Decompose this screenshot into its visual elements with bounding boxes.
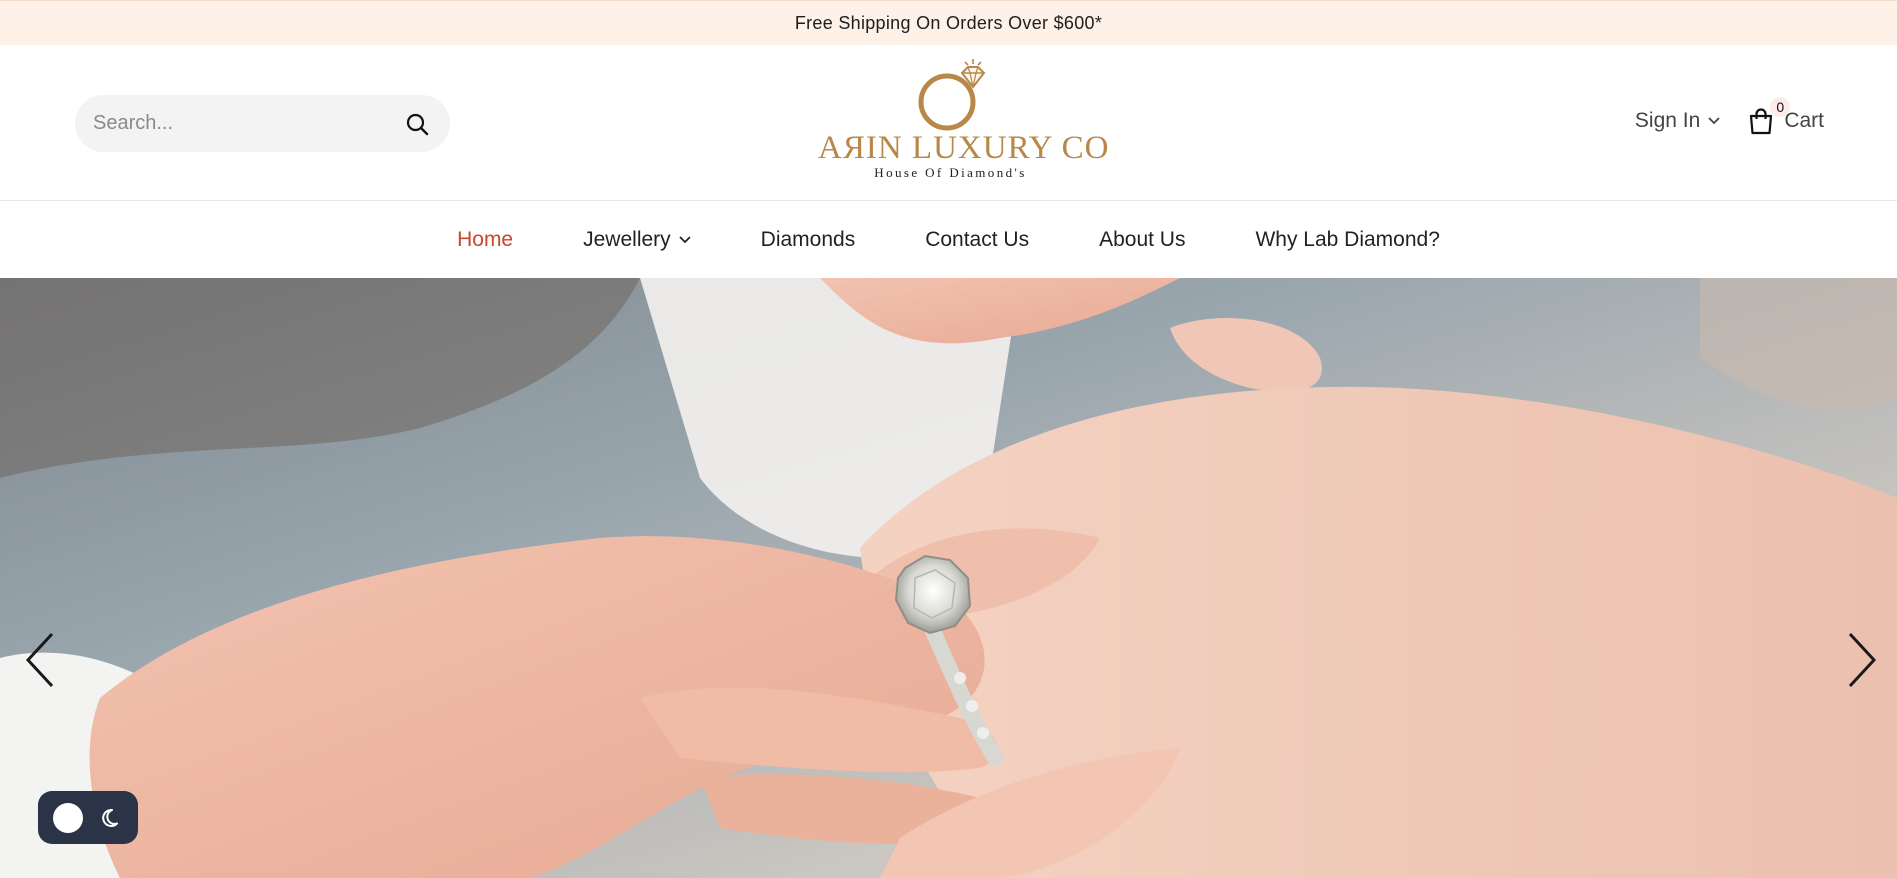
announcement-bar: Free Shipping On Orders Over $600*: [0, 0, 1897, 45]
sign-in-button[interactable]: Sign In: [1635, 109, 1720, 133]
moon-icon: [102, 808, 118, 827]
announcement-text: Free Shipping On Orders Over $600*: [794, 12, 1103, 33]
account-area: Sign In 0 Cart: [1635, 97, 1824, 135]
nav-home[interactable]: Home: [422, 228, 548, 252]
theme-toggle[interactable]: [38, 791, 138, 844]
main-navigation: Home Jewellery Diamonds Contact Us About…: [0, 201, 1897, 278]
search-box[interactable]: [75, 95, 450, 152]
sign-in-label: Sign In: [1634, 109, 1701, 132]
site-header: AЯIN LUXURY CO House Of Diamond's Sign I…: [0, 45, 1897, 201]
brand-tagline: House Of Diamond's: [874, 165, 1027, 180]
next-slide-arrow-icon[interactable]: [1838, 628, 1882, 692]
cart-label: Cart: [1784, 109, 1824, 132]
sun-knob-icon: [53, 802, 83, 833]
diamond-ring-logo-icon: [918, 59, 985, 131]
nav-diamonds[interactable]: Diamonds: [726, 228, 891, 252]
nav-jewellery-label: Jewellery: [583, 227, 671, 251]
nav-about-us[interactable]: About Us: [1064, 228, 1220, 252]
chevron-down-icon: [1708, 117, 1720, 125]
search-icon[interactable]: [404, 111, 430, 137]
cart-button[interactable]: 0 Cart: [1748, 97, 1824, 135]
nav-contact-us[interactable]: Contact Us: [890, 228, 1064, 252]
hero-image: [0, 278, 1897, 878]
previous-slide-arrow-icon[interactable]: [20, 628, 64, 692]
nav-jewellery[interactable]: Jewellery: [548, 228, 726, 252]
nav-why-lab-diamond[interactable]: Why Lab Diamond?: [1220, 228, 1474, 252]
hero-slider: [0, 278, 1897, 878]
brand-logo[interactable]: AЯIN LUXURY CO House Of Diamond's: [818, 57, 1110, 185]
brand-name: AЯIN LUXURY CO: [818, 130, 1110, 166]
search-input[interactable]: [93, 112, 404, 135]
chevron-down-icon: [679, 235, 691, 243]
